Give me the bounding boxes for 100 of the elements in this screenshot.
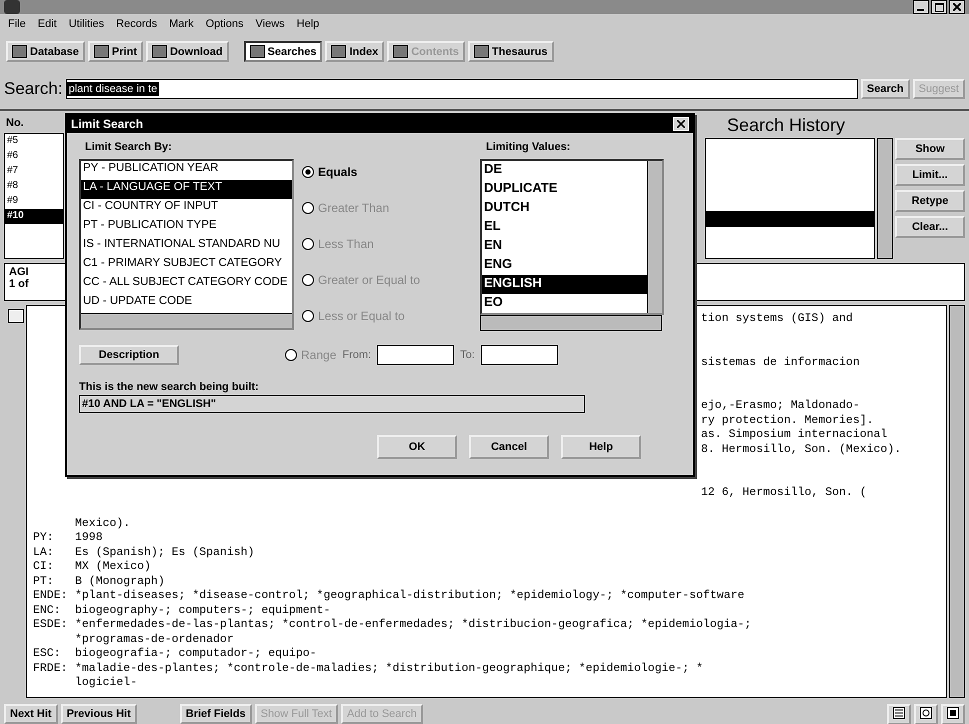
menu-item[interactable]: Mark: [169, 18, 194, 30]
field-code: LA:: [33, 546, 55, 560]
dialog-title: Limit Search: [71, 117, 144, 131]
history-row[interactable]: #10: [5, 209, 63, 224]
record-text-line: biogeography-; computers-; equipment-: [75, 604, 330, 618]
toolbar-icon: [250, 45, 265, 58]
list-label: Limiting Values:: [485, 140, 572, 155]
history-row[interactable]: #8: [5, 179, 63, 194]
field-option[interactable]: CC - ALL SUBJECT CATEGORY CODE: [81, 275, 292, 294]
dialog-button[interactable]: OK: [377, 435, 457, 459]
window-icon[interactable]: [914, 704, 938, 724]
built-search-field[interactable]: #10 AND LA = "ENGLISH": [79, 395, 585, 413]
history-button[interactable]: Show: [895, 138, 965, 160]
history-row[interactable]: #6: [5, 149, 63, 164]
scrollbar[interactable]: [877, 138, 893, 259]
value-option[interactable]: DE: [482, 161, 647, 180]
field-code: PT:: [33, 574, 55, 589]
record-text-line: *plant-diseases; *disease-control; *geographical-distribution; *epidemiology-; *computer-software: [75, 589, 744, 604]
scrollbar[interactable]: [81, 313, 292, 328]
record-button[interactable]: Next Hit: [4, 704, 58, 724]
field-option[interactable]: LA - LANGUAGE OF TEXT: [81, 180, 292, 199]
value-option[interactable]: EN: [482, 237, 647, 256]
value-option[interactable]: EO: [482, 294, 647, 313]
field-code: ESDE:: [33, 618, 69, 632]
screen-icon[interactable]: [941, 704, 965, 724]
record-text-line: sistemas de informacion: [701, 356, 860, 368]
menu-item[interactable]: Records: [116, 18, 158, 30]
to-field[interactable]: [480, 345, 558, 365]
value-option[interactable]: ENG: [482, 256, 647, 275]
record-button[interactable]: Previous Hit: [60, 704, 137, 724]
menu-item[interactable]: Views: [256, 18, 285, 30]
record-position: 1 of: [9, 278, 29, 290]
record-text-line: *enfermedades-de-las-plantas; *control-de-enfermedades; *distribucion-geografica; *epidemiologia-;: [75, 618, 752, 632]
search-field[interactable]: plant disease in te: [66, 79, 858, 99]
record-text-line: 12 6, Hermosillo, Son. (: [701, 486, 867, 499]
field-option[interactable]: CI - COUNTRY OF INPUT: [81, 199, 292, 218]
record-button[interactable]: Brief Fields: [180, 704, 252, 724]
field-code: ESC:: [33, 647, 62, 662]
scrollbar[interactable]: [949, 305, 965, 698]
field-code: CI:: [33, 560, 55, 574]
record-text-line: ejo,-Erasmo; Maldonado-: [701, 399, 860, 412]
scrollbar[interactable]: [647, 161, 662, 313]
search-value: plant disease in te: [66, 82, 160, 96]
maximize-button[interactable]: [931, 0, 947, 14]
close-icon: [953, 3, 961, 11]
record-text-line: ry protection. Memories].: [701, 414, 874, 426]
field-option[interactable]: UD - UPDATE CODE: [81, 294, 292, 313]
close-button[interactable]: [949, 0, 965, 14]
field-option[interactable]: C1 - PRIMARY SUBJECT CATEGORY: [81, 256, 292, 275]
toolbar-icon: [12, 45, 27, 58]
record-text-line: tion systems (GIS) and: [701, 312, 853, 325]
field-code: ENDE:: [33, 589, 69, 604]
from-field[interactable]: [377, 345, 454, 365]
record-text-line: *maladie-des-plantes; *controle-de-maladies; *distribution-geographique; *epidemiologie-; *: [75, 662, 704, 676]
record-text-line: 1998: [75, 531, 103, 546]
value-option[interactable]: DUTCH: [482, 199, 647, 218]
toolbar-button[interactable]: Database: [6, 41, 85, 62]
value-option[interactable]: ENGLISH: [482, 275, 647, 294]
menu-item[interactable]: Options: [206, 18, 244, 30]
search-label: Search:: [4, 79, 63, 99]
description-button[interactable]: Description: [79, 345, 179, 365]
toolbar-button[interactable]: Searches: [244, 41, 322, 62]
menu-item[interactable]: Utilities: [68, 18, 104, 30]
toolbar-button[interactable]: Index: [325, 41, 384, 62]
field-code: PY:: [33, 531, 55, 546]
dialog-button[interactable]: Cancel: [469, 435, 549, 459]
operator-radio[interactable]: Equals: [302, 165, 462, 179]
toolbar-icon: [393, 45, 408, 58]
toolbar-icon: [331, 45, 346, 58]
column-header: No.: [5, 116, 25, 131]
dialog-button[interactable]: Help: [561, 435, 641, 459]
value-option[interactable]: EL: [482, 218, 647, 237]
field-option[interactable]: PT - PUBLICATION TYPE: [81, 218, 292, 237]
toolbar-button[interactable]: Download: [146, 41, 229, 62]
history-button[interactable]: Clear...: [895, 216, 965, 238]
record-text-line: Es (Spanish); Es (Spanish): [75, 546, 254, 560]
list-icon[interactable]: [887, 704, 911, 724]
value-option[interactable]: DUPLICATE: [482, 180, 647, 199]
menu-item[interactable]: File: [8, 18, 26, 30]
toolbar-button[interactable]: Print: [88, 41, 143, 62]
history-button[interactable]: Retype: [895, 190, 965, 212]
field-option[interactable]: IS - INTERNATIONAL STANDARD NU: [81, 237, 292, 256]
history-row[interactable]: #9: [5, 194, 63, 209]
toolbar-icon: [152, 45, 167, 58]
database-name: AGI: [9, 266, 29, 278]
menu-item[interactable]: Help: [296, 18, 320, 30]
history-row[interactable]: #5: [5, 134, 63, 149]
record-text-line: 8. Hermosillo, Son. (Mexico).: [701, 442, 902, 456]
history-button[interactable]: Limit...: [895, 164, 965, 186]
app-icon: [4, 0, 20, 14]
search-button[interactable]: Search: [860, 79, 910, 99]
field-option[interactable]: PY - PUBLICATION YEAR: [81, 161, 292, 180]
toolbar-icon: [474, 45, 489, 58]
scrollbar[interactable]: [480, 315, 662, 331]
minimize-button[interactable]: [913, 0, 929, 14]
toolbar-button[interactable]: Thesaurus: [468, 41, 554, 62]
record-text-line: B (Monograph): [75, 574, 165, 589]
close-icon: [677, 120, 685, 128]
menu-item[interactable]: Edit: [38, 18, 57, 30]
history-row[interactable]: #7: [5, 164, 63, 179]
